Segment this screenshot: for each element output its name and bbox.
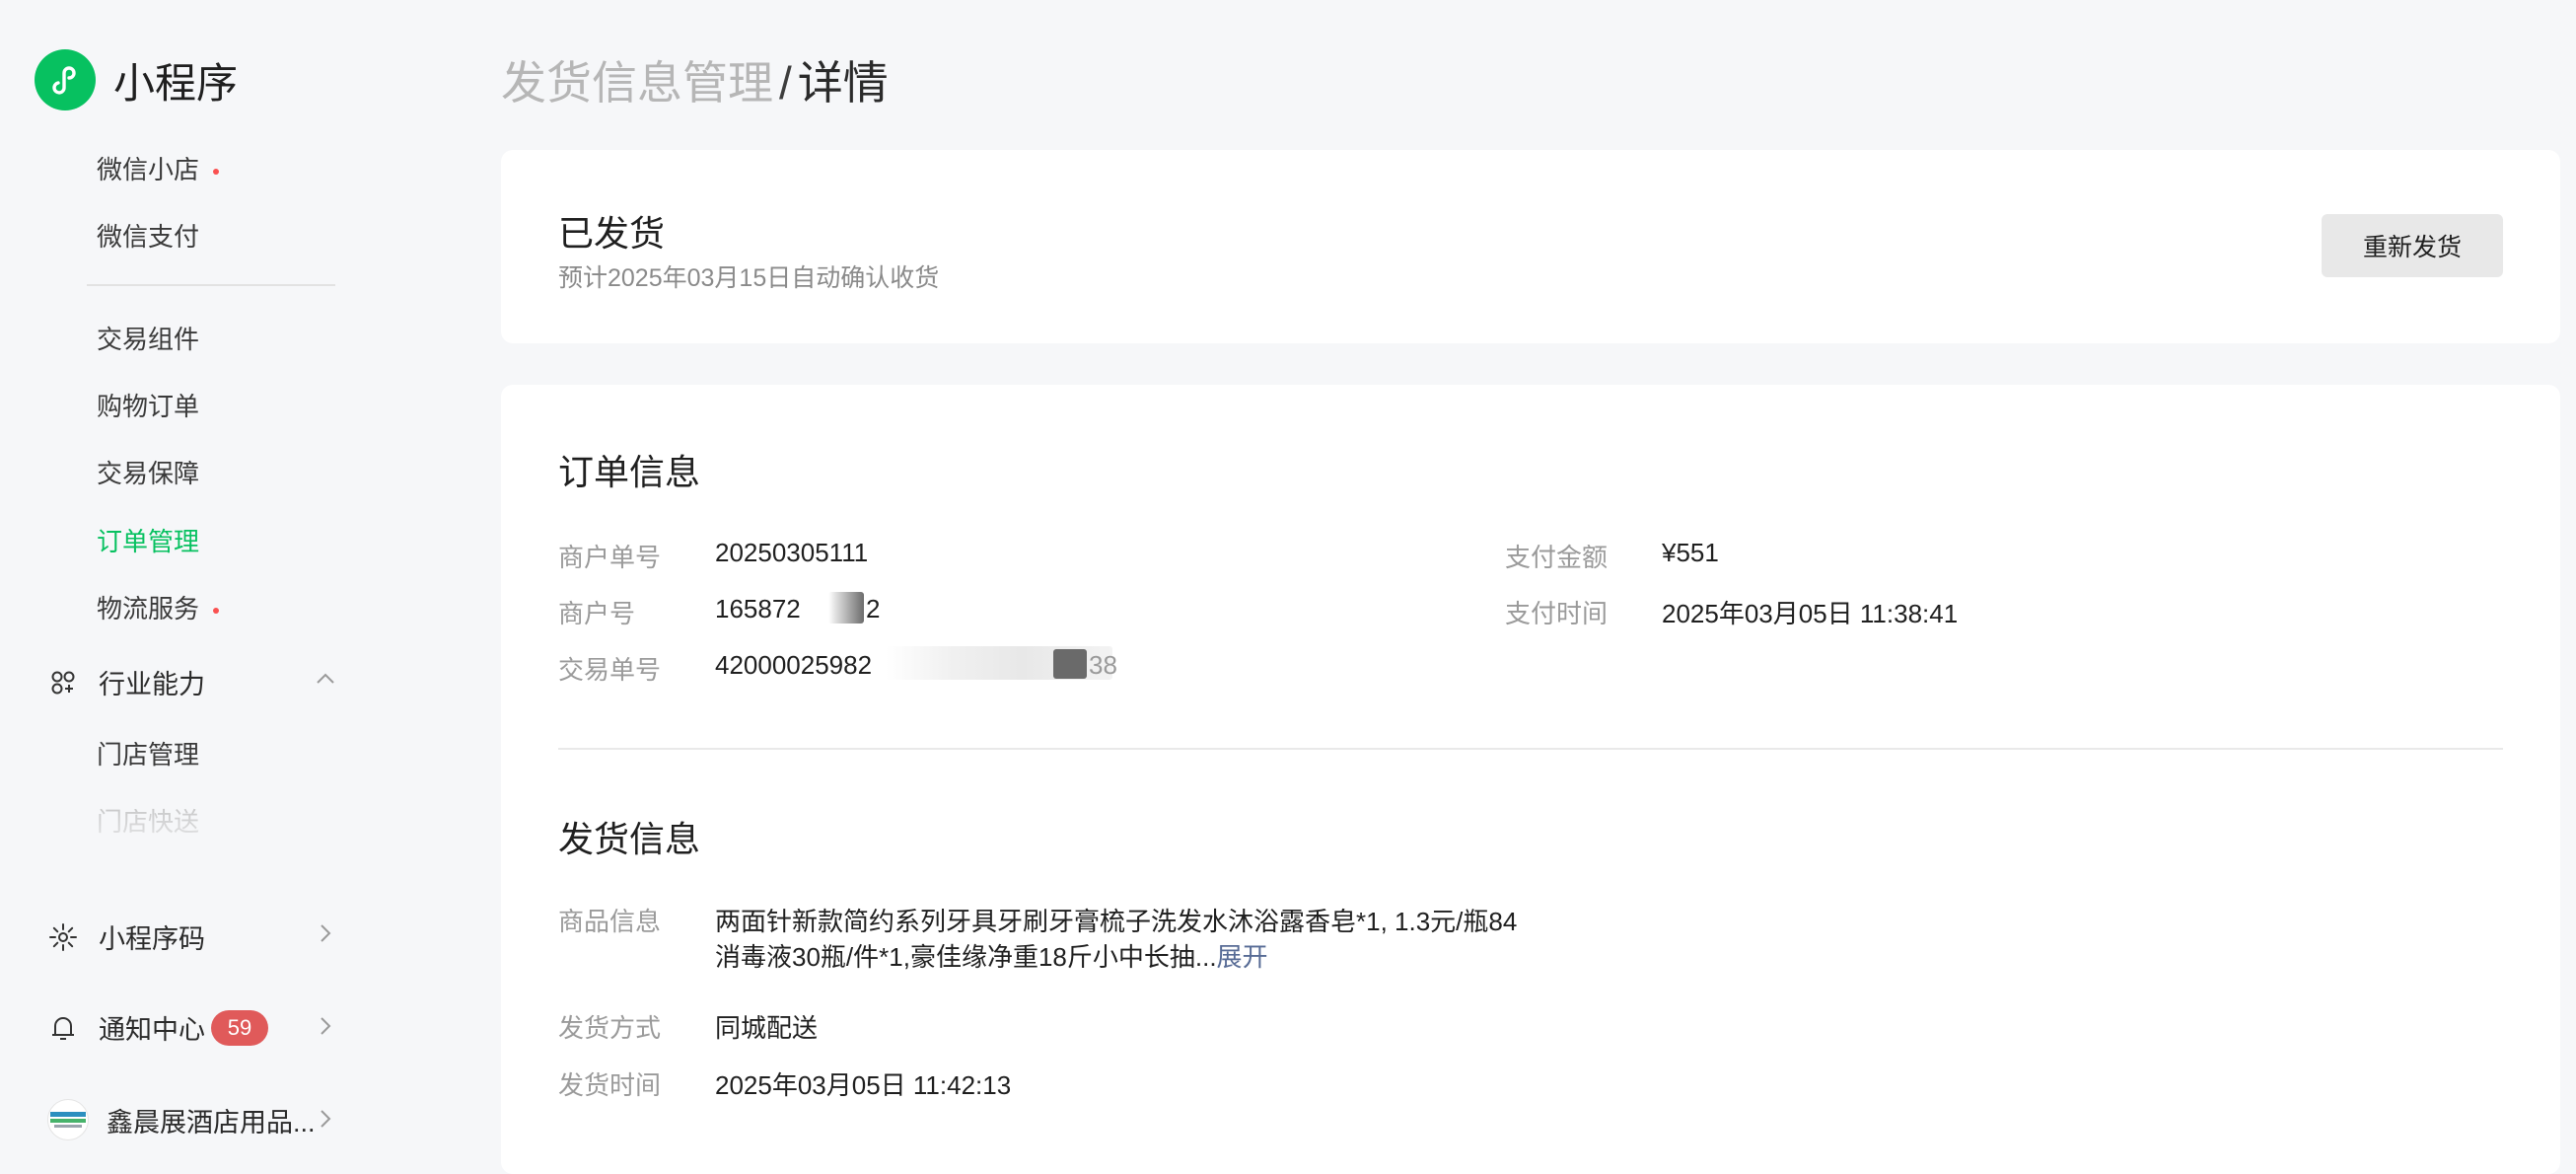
sidebar-section-label: 行业能力: [99, 670, 205, 699]
sidebar-item-notifications[interactable]: 通知中心 59: [47, 1008, 268, 1047]
breadcrumb-current: 详情: [797, 57, 889, 109]
sidebar-item-label: 交易组件: [97, 325, 200, 354]
sidebar-item-shopping-orders[interactable]: 购物订单: [97, 387, 199, 423]
chevron-up-icon[interactable]: [314, 667, 337, 691]
chevron-right-icon[interactable]: [314, 921, 337, 945]
chevron-right-icon[interactable]: [314, 1014, 337, 1038]
sidebar-item-label: 微信小店: [97, 155, 200, 184]
redaction-mask: [868, 535, 976, 568]
sidebar-item-label: 门店快送: [97, 807, 200, 837]
merchant-id-value: 165872: [715, 594, 801, 624]
merchant-id-label: 商户号: [558, 599, 636, 628]
sidebar-item-label: 物流服务: [97, 594, 200, 624]
reship-button[interactable]: 重新发货: [2322, 214, 2503, 277]
brand-title: 小程序: [113, 59, 239, 107]
bell-icon: [47, 1012, 79, 1044]
shipping-status-title: 已发货: [558, 213, 666, 254]
account-name: 鑫晨展酒店用品...: [107, 1107, 316, 1137]
sidebar-item-account[interactable]: 鑫晨展酒店用品...: [47, 1099, 316, 1140]
expand-link[interactable]: 展开: [1217, 942, 1268, 972]
auto-confirm-hint: 预计2025年03月15日自动确认收货: [558, 264, 940, 292]
ship-method-label: 发货方式: [558, 1013, 662, 1043]
sidebar-item-label: 微信支付: [97, 222, 200, 252]
sidebar-divider: [87, 284, 335, 286]
section-divider: [558, 748, 2503, 750]
merchant-id-suffix: 2: [866, 594, 881, 624]
trade-no-label: 交易单号: [558, 655, 662, 685]
goods-info-line-2: 消毒液30瓶/件*1,豪佳缘净重18斤小中长抽...展开: [715, 937, 1268, 974]
qrcode-sun-icon: [47, 921, 79, 953]
breadcrumb: 发货信息管理 / 详情: [501, 47, 889, 112]
trade-no-suffix: 38: [1089, 650, 1117, 680]
sidebar-item-label: 小程序码: [99, 924, 205, 954]
new-dot-indicator: [213, 608, 220, 615]
order-info-title: 订单信息: [558, 452, 701, 492]
order-detail-card: 订单信息 商户单号 20250305111 商户号 165872 2 交易单号 …: [501, 385, 2560, 1174]
shipping-status-card: 已发货 预计2025年03月15日自动确认收货 重新发货: [501, 150, 2560, 343]
goods-info-line-2-text: 消毒液30瓶/件*1,豪佳缘净重18斤小中长抽...: [715, 942, 1217, 972]
pay-amount-value: ¥551: [1662, 538, 1719, 567]
merchant-order-label: 商户单号: [558, 543, 662, 572]
sidebar-item-order-management[interactable]: 订单管理: [97, 522, 199, 558]
merchant-order-value: 20250305111: [715, 538, 869, 567]
sidebar: 小程序 微信小店 微信支付 交易组件 购物订单 交易保障 订单管理 物流服务 行…: [0, 0, 414, 1156]
redaction-mask: [1053, 649, 1087, 679]
goods-info-label: 商品信息: [558, 907, 662, 936]
sidebar-item-weixin-pay[interactable]: 微信支付: [97, 217, 199, 254]
sidebar-item-weixin-store[interactable]: 微信小店: [97, 150, 220, 186]
ship-time-label: 发货时间: [558, 1070, 662, 1100]
sidebar-item-label: 交易保障: [97, 459, 200, 488]
sidebar-item-store-delivery[interactable]: 门店快送: [97, 802, 199, 839]
sidebar-item-label: 门店管理: [97, 740, 200, 770]
mini-program-logo-icon: [35, 49, 96, 110]
goods-info-line-1: 两面针新款简约系列牙具牙刷牙膏梳子洗发水沐浴露香皂*1, 1.3元/瓶84: [715, 907, 1518, 936]
sidebar-item-qrcode[interactable]: 小程序码: [47, 917, 205, 956]
trade-no-value: 42000025982: [715, 650, 873, 680]
pay-amount-label: 支付金额: [1505, 543, 1609, 572]
shipping-info-title: 发货信息: [558, 819, 701, 859]
redaction-mask: [828, 592, 864, 624]
ship-time-value: 2025年03月05日 11:42:13: [715, 1070, 1012, 1100]
sidebar-item-store-management[interactable]: 门店管理: [97, 735, 199, 771]
sidebar-item-label: 购物订单: [97, 392, 200, 421]
sidebar-item-trade-component[interactable]: 交易组件: [97, 320, 199, 356]
breadcrumb-parent-link[interactable]: 发货信息管理: [501, 57, 773, 109]
notification-count-badge: 59: [211, 1009, 268, 1046]
sidebar-scroll-fade: [0, 779, 404, 858]
brand[interactable]: 小程序: [35, 49, 238, 110]
chevron-right-icon[interactable]: [314, 1107, 337, 1131]
ship-method-value: 同城配送: [715, 1013, 819, 1043]
sidebar-section-industry[interactable]: 行业能力: [47, 663, 205, 701]
new-dot-indicator: [213, 169, 220, 176]
industry-capability-icon: [47, 667, 79, 698]
sidebar-item-label: 订单管理: [97, 527, 200, 556]
sidebar-item-trade-guarantee[interactable]: 交易保障: [97, 454, 199, 490]
breadcrumb-separator: /: [779, 57, 792, 109]
sidebar-item-logistics[interactable]: 物流服务: [97, 589, 220, 625]
sidebar-item-label: 通知中心: [99, 1015, 205, 1045]
account-avatar: [47, 1099, 89, 1140]
pay-time-label: 支付时间: [1505, 599, 1609, 628]
pay-time-value: 2025年03月05日 11:38:41: [1662, 599, 1959, 628]
